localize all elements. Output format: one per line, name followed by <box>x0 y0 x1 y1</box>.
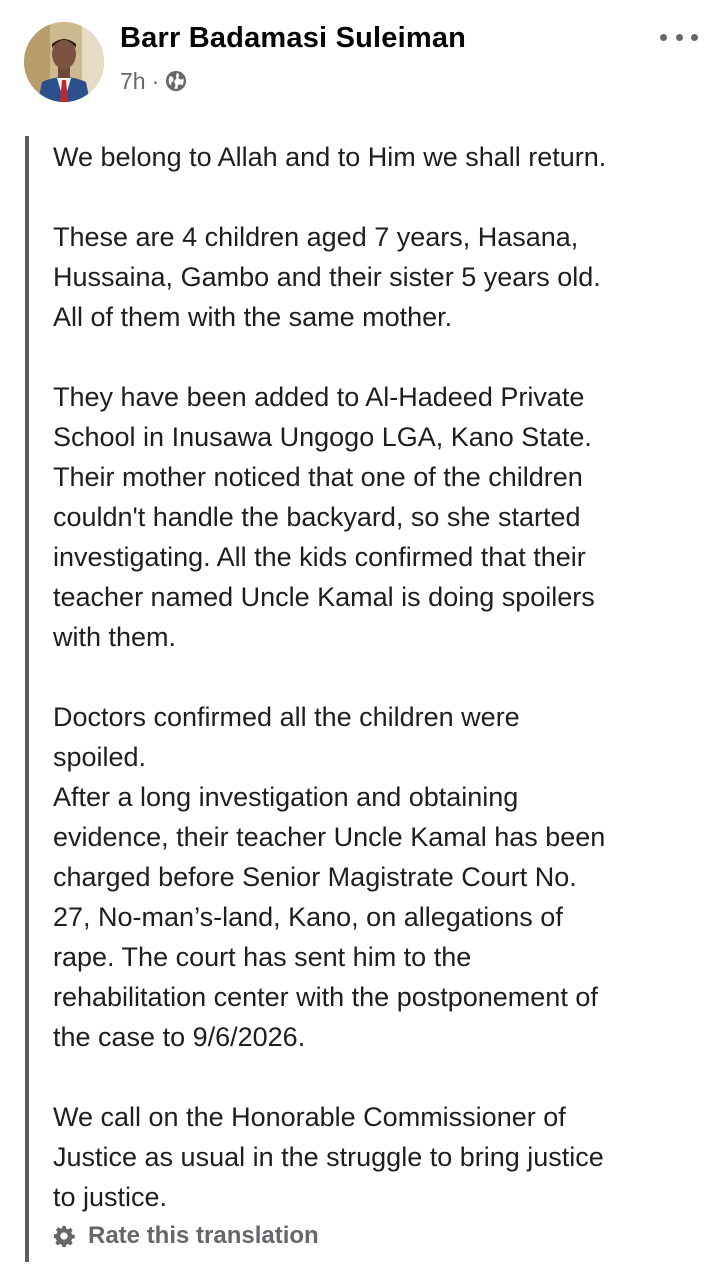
post-paragraph: Doctors confirmed all the children were s… <box>53 697 713 1057</box>
post-text-line: They have been added to Al-Hadeed Privat… <box>53 382 585 412</box>
post-text-line: rehabilitation center with the postponem… <box>53 982 598 1012</box>
post-text-line: Justice as usual in the struggle to brin… <box>53 1142 604 1172</box>
post-text-line: to justice. <box>53 1182 168 1212</box>
post-body: We belong to Allah and to Him we shall r… <box>53 137 713 1217</box>
post-text-line: We belong to Allah and to Him we shall r… <box>53 142 607 172</box>
more-dot <box>675 33 683 41</box>
rate-translation-button[interactable]: Rate this translation <box>53 1219 319 1253</box>
post-text-line: investigating. All the kids confirmed th… <box>53 542 586 572</box>
post-text-line: Their mother noticed that one of the chi… <box>53 462 583 492</box>
post-text-line: charged before Senior Magistrate Court N… <box>53 862 577 892</box>
post-paragraph: We belong to Allah and to Him we shall r… <box>53 137 713 177</box>
post-text-line: the case to 9/6/2026. <box>53 1022 306 1052</box>
post-text-line: couldn't handle the backyard, so she sta… <box>53 502 581 532</box>
post: Barr Badamasi Suleiman 7h · We belong to… <box>0 0 720 1272</box>
more-options-button[interactable] <box>660 30 698 44</box>
post-text-line: We call on the Honorable Commissioner of <box>53 1102 566 1132</box>
more-dot <box>691 33 698 41</box>
rate-translation-label: Rate this translation <box>88 1222 319 1249</box>
post-text-line: rape. The court has sent him to the <box>53 942 472 972</box>
post-text-line: teacher named Uncle Kamal is doing spoil… <box>53 582 595 612</box>
avatar-image <box>24 22 104 102</box>
meta-separator: · <box>151 67 160 94</box>
post-text-line: 27, No-man’s-land, Kano, on allegations … <box>53 902 563 932</box>
post-text-line: After a long investigation and obtaining <box>53 782 519 812</box>
quote-bar <box>25 136 29 1262</box>
post-text-line: These are 4 children aged 7 years, Hasan… <box>53 222 579 252</box>
more-horizontal-icon <box>660 33 667 41</box>
post-time[interactable]: 7h <box>120 68 146 95</box>
post-text-line: Hussaina, Gambo and their sister 5 years… <box>53 262 601 292</box>
gear-icon <box>53 1225 75 1247</box>
avatar[interactable] <box>24 22 104 102</box>
post-paragraph: We call on the Honorable Commissioner of… <box>53 1097 713 1217</box>
post-text-line: spoiled. <box>53 742 147 772</box>
post-text-line: with them. <box>53 622 177 652</box>
post-text-line: Doctors confirmed all the children were <box>53 702 520 732</box>
post-header: Barr Badamasi Suleiman 7h · <box>0 0 720 110</box>
globe-icon[interactable] <box>165 70 187 92</box>
post-meta: 7h · <box>120 66 187 96</box>
post-text-line: School in Inusawa Ungogo LGA, Kano State… <box>53 422 592 452</box>
post-text-line: All of them with the same mother. <box>53 302 453 332</box>
post-text-line: evidence, their teacher Uncle Kamal has … <box>53 822 606 852</box>
post-paragraph: These are 4 children aged 7 years, Hasan… <box>53 217 713 337</box>
author-name[interactable]: Barr Badamasi Suleiman <box>120 22 466 55</box>
post-paragraph: They have been added to Al-Hadeed Privat… <box>53 377 713 657</box>
